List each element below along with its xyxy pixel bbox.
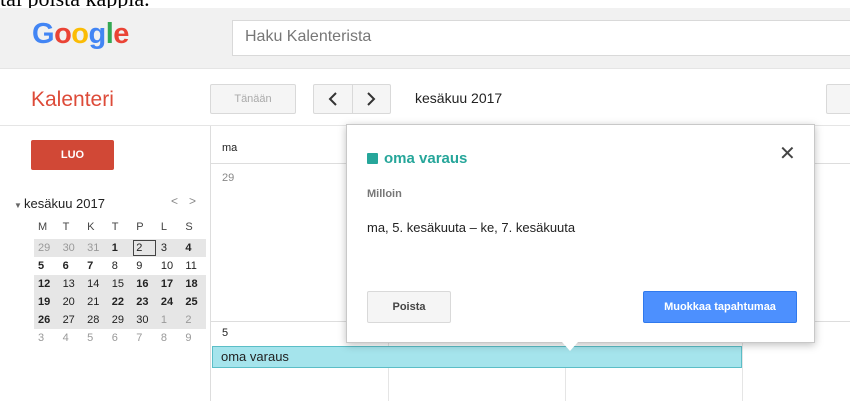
logo-letter: o [71, 18, 89, 50]
mini-week-row: 12 13 14 15 16 17 18 [34, 275, 206, 293]
mini-day[interactable]: 30 [59, 239, 84, 257]
mini-day[interactable]: 19 [34, 293, 59, 311]
delete-button[interactable]: Poista [367, 291, 451, 323]
weekday-label: M [38, 221, 48, 233]
weekday-label: L [160, 221, 167, 233]
mini-week-row: 29 30 31 1 2 3 4 [34, 239, 206, 257]
event-details-popup: oma varaus ✕ Milloin ma, 5. kesäkuuta – … [346, 124, 815, 343]
event-chip[interactable]: oma varaus [212, 346, 742, 368]
calendar-color-icon [367, 153, 378, 164]
chevron-left-icon [328, 92, 337, 106]
mini-day[interactable]: 27 [59, 311, 84, 329]
mini-day[interactable]: 12 [34, 275, 59, 293]
mini-day[interactable]: 3 [34, 329, 59, 347]
mini-day[interactable]: 23 [132, 293, 157, 311]
mini-day[interactable]: 25 [181, 293, 206, 311]
popup-pointer [562, 342, 578, 351]
search-input[interactable]: Haku Kalenterista [232, 20, 850, 56]
mini-day[interactable]: 14 [83, 275, 108, 293]
mini-day[interactable]: 9 [181, 329, 206, 347]
today-button[interactable]: Tänään [210, 84, 296, 114]
mini-day[interactable]: 6 [59, 257, 84, 275]
mini-day[interactable]: 1 [108, 239, 133, 257]
app-bar: Kalenteri Tänään kesäkuu 2017 [0, 69, 850, 126]
day-number[interactable]: 29 [222, 172, 234, 184]
logo-letter: g [88, 18, 107, 50]
mini-day[interactable]: 10 [157, 257, 182, 275]
mini-day[interactable]: 17 [157, 275, 182, 293]
mini-day[interactable]: 8 [108, 257, 133, 275]
weekday-label: S [185, 221, 193, 233]
mini-day[interactable]: 22 [108, 293, 133, 311]
mini-weekday-row: M T K T P L S [34, 221, 206, 239]
mini-day[interactable]: 26 [34, 311, 59, 329]
next-period-button[interactable] [351, 85, 391, 113]
mini-day[interactable]: 11 [181, 257, 206, 275]
mini-next-icon[interactable]: > [189, 194, 196, 208]
weekday-label: P [136, 221, 144, 233]
mini-day[interactable]: 7 [83, 257, 108, 275]
mini-day[interactable]: 5 [83, 329, 108, 347]
when-label: Milloin [367, 188, 402, 200]
mini-day[interactable]: 15 [108, 275, 133, 293]
event-title: oma varaus [384, 150, 468, 167]
mini-day[interactable]: 30 [132, 311, 157, 329]
mini-day[interactable]: 6 [108, 329, 133, 347]
weekday-label: K [87, 221, 95, 233]
mini-week-row: 19 20 21 22 23 24 25 [34, 293, 206, 311]
collapse-triangle-icon: ▼ [14, 201, 22, 210]
mini-day[interactable]: 29 [108, 311, 133, 329]
previous-period-button[interactable] [314, 85, 352, 113]
logo-letter: o [54, 18, 72, 50]
weekday-label: T [62, 221, 70, 233]
mini-day[interactable]: 24 [157, 293, 182, 311]
mini-day[interactable]: 20 [59, 293, 84, 311]
logo-letter: e [113, 18, 129, 50]
mini-day[interactable]: 9 [132, 257, 157, 275]
mini-calendar: M T K T P L S 29 30 31 1 2 3 4 5 6 7 8 9… [34, 221, 206, 347]
mini-day[interactable]: 13 [59, 275, 84, 293]
mini-day[interactable]: 8 [157, 329, 182, 347]
mini-day[interactable]: 18 [181, 275, 206, 293]
mini-day-today[interactable]: 2 [132, 239, 157, 257]
weekday-label: T [111, 221, 119, 233]
chevron-right-icon [367, 92, 376, 106]
day-number[interactable]: 5 [222, 327, 228, 339]
app-name: Kalenteri [31, 88, 114, 111]
mini-day[interactable]: 1 [157, 311, 182, 329]
view-button[interactable] [826, 84, 850, 114]
mini-day[interactable]: 2 [181, 311, 206, 329]
day-header: ma [222, 142, 238, 154]
google-logo[interactable]: Google [32, 18, 129, 51]
mini-day[interactable]: 5 [34, 257, 59, 275]
current-period: kesäkuu 2017 [415, 90, 503, 106]
mini-day[interactable]: 31 [83, 239, 108, 257]
mini-day[interactable]: 28 [83, 311, 108, 329]
create-button[interactable]: LUO [31, 140, 114, 170]
mini-day[interactable]: 21 [83, 293, 108, 311]
logo-letter: G [32, 18, 55, 50]
mini-week-row: 3 4 5 6 7 8 9 [34, 329, 206, 347]
close-icon[interactable]: ✕ [779, 144, 796, 164]
mini-day[interactable]: 29 [34, 239, 59, 257]
edit-event-button[interactable]: Muokkaa tapahtumaa [643, 291, 797, 323]
mini-week-row: 5 6 7 8 9 10 11 [34, 257, 206, 275]
mini-calendar-month: kesäkuu 2017 [24, 196, 105, 211]
mini-prev-icon[interactable]: < [171, 194, 178, 208]
mini-day[interactable]: 16 [132, 275, 157, 293]
mini-day[interactable]: 3 [157, 239, 182, 257]
top-bar: Google Haku Kalenterista [0, 8, 850, 69]
period-navigation [313, 84, 391, 114]
when-value: ma, 5. kesäkuuta – ke, 7. kesäkuuta [367, 220, 576, 235]
mini-week-row: 26 27 28 29 30 1 2 [34, 311, 206, 329]
mini-day[interactable]: 7 [132, 329, 157, 347]
mini-day[interactable]: 4 [181, 239, 206, 257]
mini-day[interactable]: 4 [59, 329, 84, 347]
